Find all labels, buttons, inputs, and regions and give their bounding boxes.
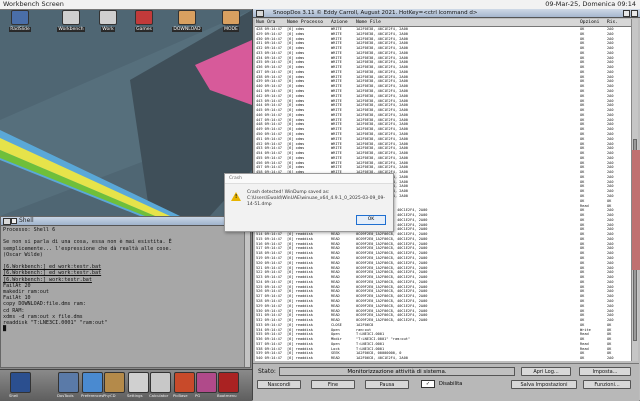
funzioni-button[interactable]: Funzioni... (583, 380, 631, 389)
dock-label: PhyCD (103, 393, 116, 398)
table-cell: OK (580, 356, 585, 361)
preferences-icon[interactable] (82, 372, 103, 393)
desktop-icon-label: Workbench (57, 27, 85, 32)
status-field: Monitorizzazione attività di sistema. (279, 367, 515, 376)
table-cell: [6] readdisk (287, 356, 313, 361)
snoopdos-title: SnoopDos 3.11 © Eddy Carroll, August 202… (273, 10, 478, 16)
shell-title-bar[interactable]: Shell (1, 217, 250, 226)
desktop-icon-label: Games (135, 27, 153, 32)
dock-label: Preferences (81, 393, 104, 398)
fine-button[interactable]: Fine (311, 380, 355, 389)
zoom-gadget-icon[interactable] (623, 10, 630, 17)
desktop-icon-label: DOWNLOAD (172, 27, 202, 32)
ok-button[interactable]: OK (356, 215, 386, 225)
download-drawer-icon (178, 10, 196, 25)
close-gadget-icon[interactable] (3, 218, 11, 225)
desktop-icon-label: MODE (223, 27, 239, 32)
calculator-icon[interactable] (150, 372, 171, 393)
pausa-button[interactable]: Pausa (365, 380, 409, 389)
col-ris[interactable]: Ris. (607, 19, 618, 26)
dostools-icon[interactable] (58, 372, 79, 393)
dock-label: Bootmenu (217, 393, 237, 398)
workbench-title: Workbench Screen (3, 0, 64, 8)
desktop-icon-work[interactable]: Work (91, 10, 125, 32)
bootmenu-icon[interactable] (218, 372, 239, 393)
desktop-wallpaper (0, 10, 252, 216)
status-label: Stato: (258, 368, 276, 375)
table-cell: 540 09:14:47 (256, 356, 282, 361)
disk-icon (62, 10, 80, 25)
dock: Shell DosTools Preferences PhyCD Settings Cal… (0, 369, 252, 401)
desktop-icon-workbench[interactable]: Workbench (54, 10, 88, 32)
disk-icon (99, 10, 117, 25)
depth-gadget-icon[interactable] (11, 218, 17, 224)
warning-icon: ! (231, 192, 241, 201)
event-table-header: Num Ora Nome Processo Azione Nome File O… (255, 19, 633, 27)
disabilita-checkbox[interactable]: ✓ (421, 380, 435, 388)
snoopdos-title-bar[interactable]: SnoopDos 3.11 © Eddy Carroll, August 202… (253, 9, 640, 18)
radslide-icon (11, 10, 29, 25)
dialog-title: Crash (225, 174, 393, 184)
dock-label: Shell (9, 393, 19, 398)
picture-icon[interactable] (174, 372, 195, 393)
table-cell: READ (331, 356, 340, 361)
desktop-icon-games[interactable]: Games (127, 10, 161, 32)
disabilita-label: Disabilita (439, 381, 463, 387)
pg-icon[interactable] (196, 372, 217, 393)
desktop-icon-label: RadSlide (9, 27, 31, 32)
col-opzioni[interactable]: Opzioni (580, 19, 599, 26)
dock-label: PG (195, 393, 201, 398)
shell-title: Shell (19, 217, 34, 224)
settings-icon[interactable] (128, 372, 149, 393)
desktop-icon-mode[interactable]: MODE (214, 10, 248, 32)
table-cell: 2A0 (607, 356, 614, 361)
desktop-icon-download[interactable]: DOWNLOAD (170, 10, 204, 32)
shell-icon[interactable] (10, 372, 31, 393)
mode-drawer-icon (222, 10, 240, 25)
games-icon (135, 10, 153, 25)
shell-window[interactable]: Shell Processo: Shell 6 Se non si parla … (0, 216, 251, 368)
background-strip (632, 150, 640, 270)
snoopdos-controls: Stato: Monitorizzazione attività di sist… (253, 363, 639, 401)
apri-log-button[interactable]: Apri Log... (521, 367, 571, 376)
col-nome-processo[interactable]: Nome Processo (287, 19, 323, 26)
desktop-icon-radslide[interactable]: RadSlide (3, 10, 37, 32)
close-gadget-icon[interactable] (256, 10, 264, 17)
col-azione[interactable]: Azione (331, 19, 348, 26)
dock-label: Settings (127, 393, 143, 398)
salva-impostazioni-button[interactable]: Salva Impostazioni (511, 380, 577, 389)
nascondi-button[interactable]: Nascondi (257, 380, 301, 389)
dock-label: PicBase (173, 393, 188, 398)
shell-line: █ (3, 326, 7, 333)
table-row[interactable]: 540 09:14:47 [6] readdisk READ 1A2F06C8, 40… (255, 356, 631, 361)
dock-label: DosTools (57, 393, 74, 398)
package-icon[interactable] (104, 372, 125, 393)
col-nome-file[interactable]: Nome File (356, 19, 381, 26)
workbench-datetime: 09-Mar-25, Domenica 09:14 (545, 0, 636, 8)
desktop: RadSlide Workbench Work Games DOWNLOAD MODE (0, 10, 252, 216)
dock-label: Calculator (149, 393, 169, 398)
col-num-ora[interactable]: Num Ora (256, 19, 275, 26)
imposta-button[interactable]: Imposta... (579, 367, 631, 376)
dialog-message: Crash detected! WinDump saved as: C:\Use… (247, 190, 385, 207)
shell-output[interactable]: Processo: Shell 6 Se non si parla di una… (3, 227, 244, 365)
depth-gadget-icon[interactable] (631, 10, 638, 17)
table-cell: 1A2F06C8, 40C1E2F4, 2A00 (356, 356, 408, 361)
crash-dialog[interactable]: Crash ! Crash detected! WinDump saved as… (224, 173, 394, 232)
shell-scrollbar[interactable] (244, 226, 250, 367)
desktop-icon-label: Work (101, 27, 115, 32)
